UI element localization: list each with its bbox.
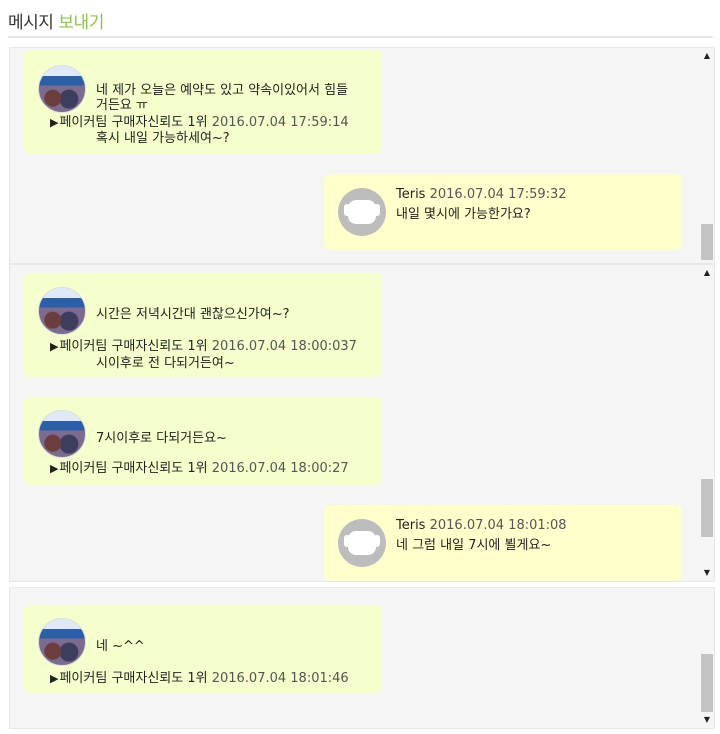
title-plain: 메시지 (8, 13, 54, 33)
scrollbar-thumb[interactable] (701, 479, 713, 537)
message-text: 네 ~^^ (96, 639, 145, 654)
triangle-icon: ▶ (50, 340, 59, 353)
default-user-icon[interactable] (338, 188, 386, 236)
up-arrow-icon[interactable]: ▲ (700, 267, 714, 279)
triangle-icon: ▶ (50, 116, 59, 129)
sender-avatar[interactable] (38, 65, 86, 113)
sender-avatar[interactable] (38, 618, 86, 666)
triangle-icon: ▶ (50, 462, 59, 475)
down-arrow-icon[interactable]: ▼ (700, 567, 714, 579)
message-text: 네 제가 오늘은 예약도 있고 약속이있어서 힘들 거든요 ㅠ (96, 83, 349, 113)
default-user-icon[interactable] (338, 519, 386, 567)
message-meta: ▶페이커팀 구매자신뢰도 1위 2016.07.04 18:01:46 (50, 667, 349, 686)
message-timestamp: 2016.07.04 18:01:08 (429, 518, 567, 533)
message-extra-text: 시이후로 전 다되거든여~ (96, 356, 235, 371)
triangle-icon: ▶ (50, 672, 59, 685)
sender-name[interactable]: 페이커팀 구매자신뢰도 1위 (59, 461, 207, 476)
scrollbar-thumb[interactable] (701, 654, 713, 712)
message-bubble: Teris 2016.07.04 18:01:08 네 그럼 내일 7시에 뵐게… (324, 505, 682, 581)
message-text: 네 그럼 내일 7시에 뵐게요~ (396, 538, 552, 553)
sender-name[interactable]: Teris (396, 518, 425, 533)
message-text: 시간은 저녁시간대 괜찮으신가여~? (96, 307, 290, 322)
message-panel-1[interactable]: 네 제가 오늘은 예약도 있고 약속이있어서 힘들 거든요 ㅠ ▶페이커팀 구매… (9, 47, 715, 264)
message-timestamp: 2016.07.04 18:00:27 (211, 461, 349, 476)
message-bubble: 네 ~^^ ▶페이커팀 구매자신뢰도 1위 2016.07.04 18:01:4… (24, 605, 382, 693)
title-divider (8, 36, 713, 38)
page-title: 메시지 보내기 (8, 8, 104, 33)
title-accent: 보내기 (58, 13, 104, 33)
message-text: 내일 몇시에 가능한가요? (396, 207, 531, 222)
scrollbar-thumb[interactable] (701, 224, 713, 260)
message-timestamp: 2016.07.04 18:01:46 (211, 671, 349, 686)
sender-avatar[interactable] (38, 410, 86, 458)
sender-name[interactable]: Teris (396, 187, 425, 202)
sender-name[interactable]: 페이커팀 구매자신뢰도 1위 (59, 671, 207, 686)
message-meta: Teris 2016.07.04 18:01:08 (396, 518, 567, 533)
sender-avatar[interactable] (38, 287, 86, 335)
scrollbar[interactable]: ▲ (700, 48, 714, 263)
scrollbar[interactable]: ▲ ▼ (700, 265, 714, 581)
message-text: 7시이후로 다되거든요~ (96, 431, 227, 446)
up-arrow-icon[interactable]: ▲ (700, 50, 714, 62)
message-meta: Teris 2016.07.04 17:59:32 (396, 187, 567, 202)
message-bubble: Teris 2016.07.04 17:59:32 내일 몇시에 가능한가요? (324, 174, 682, 250)
message-bubble: 네 제가 오늘은 예약도 있고 약속이있어서 힘들 거든요 ㅠ ▶페이커팀 구매… (24, 50, 382, 154)
message-panel-2[interactable]: 시간은 저녁시간대 괜찮으신가여~? ▶페이커팀 구매자신뢰도 1위 2016.… (9, 264, 715, 582)
scrollbar[interactable]: ▼ (700, 588, 714, 728)
message-extra-text: 혹시 내일 가능하세여~? (96, 131, 230, 146)
message-meta: ▶페이커팀 구매자신뢰도 1위 2016.07.04 18:00:27 (50, 457, 349, 476)
message-panel-3[interactable]: 네 ~^^ ▶페이커팀 구매자신뢰도 1위 2016.07.04 18:01:4… (9, 587, 715, 729)
message-timestamp: 2016.07.04 17:59:14 (211, 115, 349, 130)
message-bubble: 시간은 저녁시간대 괜찮으신가여~? ▶페이커팀 구매자신뢰도 1위 2016.… (24, 273, 382, 377)
message-bubble: 7시이후로 다되거든요~ ▶페이커팀 구매자신뢰도 1위 2016.07.04 … (24, 397, 382, 485)
down-arrow-icon[interactable]: ▼ (700, 714, 714, 726)
message-timestamp: 2016.07.04 17:59:32 (429, 187, 567, 202)
